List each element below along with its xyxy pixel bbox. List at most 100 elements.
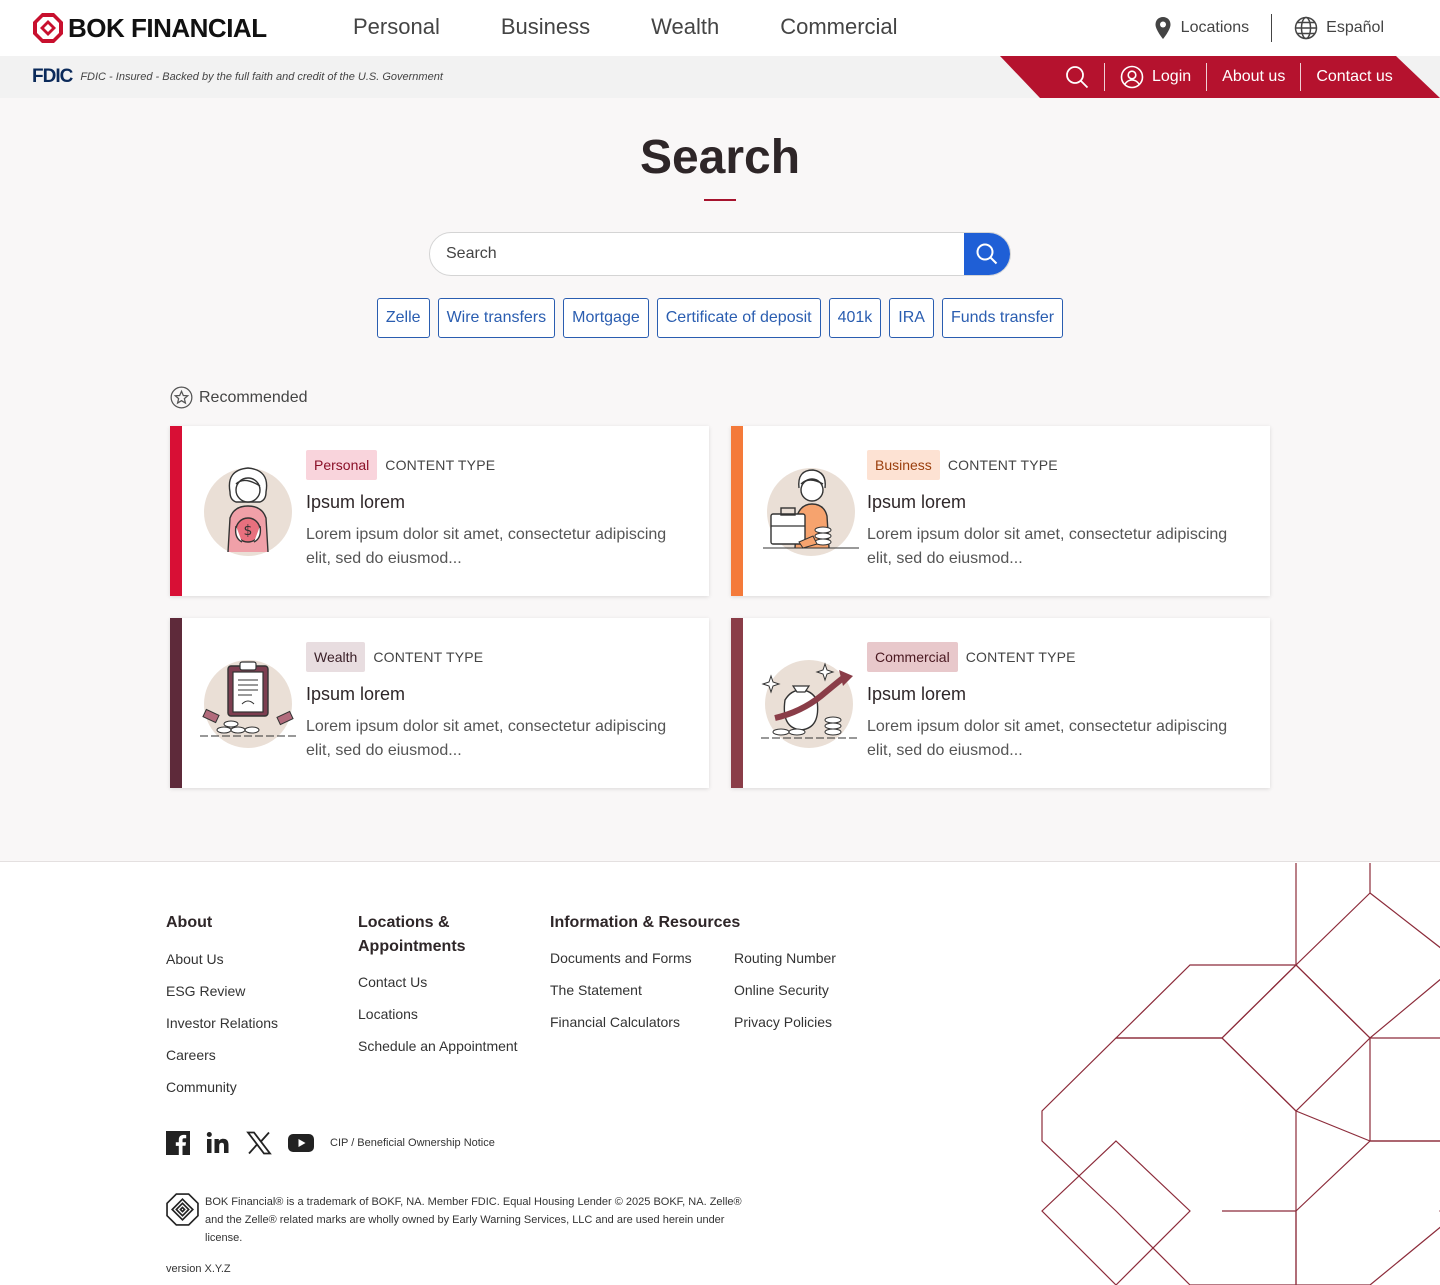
recommended-card[interactable]: Wealth CONTENT TYPE Ipsum lorem Lorem ip… xyxy=(170,618,709,788)
linkedin-icon[interactable] xyxy=(206,1131,230,1155)
category-tag: Personal xyxy=(306,450,378,480)
recommended-card[interactable]: Commercial CONTENT TYPE Ipsum lorem Lore… xyxy=(731,618,1270,788)
card-description: Lorem ipsum dolor sit amet, consectetur … xyxy=(306,718,667,759)
card-description: Lorem ipsum dolor sit amet, consectetur … xyxy=(867,526,1228,567)
utility-links: Login About us Contact us xyxy=(1050,56,1408,98)
language-label: Español xyxy=(1326,19,1384,36)
footer-link-privacy-policies[interactable]: Privacy Policies xyxy=(734,1013,836,1031)
about-us-link[interactable]: About us xyxy=(1207,63,1300,91)
main-nav: Personal Business Wealth Commercial xyxy=(353,14,959,40)
contact-us-label: Contact us xyxy=(1316,68,1393,85)
footer-link-the-statement[interactable]: The Statement xyxy=(550,981,734,999)
card-accent xyxy=(731,426,743,596)
fdic-text: FDIC - Insured - Backed by the full fait… xyxy=(80,71,443,83)
language-toggle[interactable]: Español xyxy=(1294,16,1384,40)
clipboard-coins-icon xyxy=(200,660,298,748)
nav-commercial[interactable]: Commercial xyxy=(780,14,897,40)
youtube-icon[interactable] xyxy=(288,1134,314,1152)
recommended-card[interactable]: Business CONTENT TYPE Ipsum lorem Lorem … xyxy=(731,426,1270,596)
bok-logo-icon xyxy=(33,13,63,43)
header-divider xyxy=(1271,14,1273,42)
fdic-logo: FDIC xyxy=(32,66,73,87)
top-header: BOK FINANCIAL Personal Business Wealth C… xyxy=(0,0,1440,56)
footer-link-careers[interactable]: Careers xyxy=(166,1046,278,1064)
card-meta: Personal CONTENT TYPE xyxy=(306,450,495,480)
card-accent xyxy=(731,618,743,788)
recommended-card[interactable]: $ Personal CONTENT TYPE Ipsum lorem Lore… xyxy=(170,426,709,596)
footer-link-community[interactable]: Community xyxy=(166,1078,278,1096)
quick-search-chips: Zelle Wire transfers Mortgage Certificat… xyxy=(0,298,1440,338)
footer-link-online-security[interactable]: Online Security xyxy=(734,981,836,999)
globe-icon xyxy=(1294,16,1318,40)
person-money-icon: $ xyxy=(204,467,292,556)
search-icon xyxy=(1066,66,1089,89)
chip-funds-transfer[interactable]: Funds transfer xyxy=(941,298,1064,338)
utility-bar: Login About us Contact us xyxy=(1000,56,1440,98)
chip-wire-transfers[interactable]: Wire transfers xyxy=(437,298,556,338)
version-label: version X.Y.Z xyxy=(166,1263,231,1275)
footer-link-documents-forms[interactable]: Documents and Forms xyxy=(550,949,734,967)
search-icon xyxy=(976,243,998,265)
footer-link-locations[interactable]: Locations xyxy=(358,1005,528,1023)
category-tag: Wealth xyxy=(306,642,366,672)
footer-resources-column: Information & Resources Documents and Fo… xyxy=(550,911,836,1031)
footer-link-about-us[interactable]: About Us xyxy=(166,950,278,968)
card-title: Ipsum lorem xyxy=(867,684,967,704)
bok-mark-icon xyxy=(166,1193,199,1226)
footer-link-schedule-appointment[interactable]: Schedule an Appointment xyxy=(358,1037,528,1055)
fdic-notice: FDIC FDIC - Insured - Backed by the full… xyxy=(32,66,443,88)
content-type-label: CONTENT TYPE xyxy=(965,649,1076,665)
category-tag: Business xyxy=(867,450,940,480)
search-page: Search Zelle Wire transfers Mortgage Cer… xyxy=(0,98,1440,862)
search-submit-button[interactable] xyxy=(964,233,1010,275)
category-tag: Commercial xyxy=(867,642,958,672)
brand-name: BOK FINANCIAL xyxy=(68,12,267,43)
cip-notice-link[interactable]: CIP / Beneficial Ownership Notice xyxy=(330,1137,495,1149)
nav-wealth[interactable]: Wealth xyxy=(651,14,719,40)
card-title: Ipsum lorem xyxy=(306,684,406,704)
chip-certificate-of-deposit[interactable]: Certificate of deposit xyxy=(656,298,821,338)
footer-link-routing-number[interactable]: Routing Number xyxy=(734,949,836,967)
footer-locations-column: Locations & Appointments Contact Us Loca… xyxy=(358,911,528,1055)
facebook-icon[interactable] xyxy=(166,1131,190,1155)
chip-zelle[interactable]: Zelle xyxy=(376,298,430,338)
content-type-label: CONTENT TYPE xyxy=(947,457,1058,473)
login-label: Login xyxy=(1152,68,1192,85)
footer-heading: Information & Resources xyxy=(550,914,741,931)
card-accent xyxy=(170,426,182,596)
map-pin-icon xyxy=(1155,17,1171,39)
footer-link-esg-review[interactable]: ESG Review xyxy=(166,982,278,1000)
footer-link-contact-us[interactable]: Contact Us xyxy=(358,973,528,991)
header-utilities: Locations Español xyxy=(1153,14,1384,42)
search-bar xyxy=(429,232,1011,276)
footer-heading: About xyxy=(166,914,213,931)
locations-link[interactable]: Locations xyxy=(1153,16,1249,40)
svg-text:$: $ xyxy=(244,523,253,539)
footer-about-column: About About Us ESG Review Investor Relat… xyxy=(166,911,278,1096)
brand-logo[interactable]: BOK FINANCIAL xyxy=(32,12,267,44)
footer-link-investor-relations[interactable]: Investor Relations xyxy=(166,1014,278,1032)
content-type-label: CONTENT TYPE xyxy=(373,649,484,665)
login-link[interactable]: Login xyxy=(1105,63,1206,91)
star-circle-icon xyxy=(170,386,193,409)
card-title: Ipsum lorem xyxy=(306,492,406,512)
chip-mortgage[interactable]: Mortgage xyxy=(563,298,649,338)
chip-401k[interactable]: 401k xyxy=(828,298,882,338)
about-us-label: About us xyxy=(1222,68,1286,85)
chip-ira[interactable]: IRA xyxy=(889,298,934,338)
recommended-label: Recommended xyxy=(199,388,308,406)
card-accent xyxy=(170,618,182,788)
card-meta: Business CONTENT TYPE xyxy=(867,450,1058,480)
nav-personal[interactable]: Personal xyxy=(353,14,440,40)
nav-business[interactable]: Business xyxy=(501,14,590,40)
x-twitter-icon[interactable] xyxy=(246,1131,272,1155)
decorative-pattern xyxy=(1041,863,1440,1285)
contact-us-link[interactable]: Contact us xyxy=(1301,63,1407,91)
footer-link-financial-calculators[interactable]: Financial Calculators xyxy=(550,1013,734,1031)
content-type-label: CONTENT TYPE xyxy=(385,457,496,473)
search-input[interactable] xyxy=(430,233,966,275)
legal-notice: BOK Financial® is a trademark of BOKF, N… xyxy=(166,1193,745,1247)
search-toggle[interactable] xyxy=(1050,63,1104,91)
recommended-heading: Recommended xyxy=(170,386,308,409)
footer-heading: Locations & Appointments xyxy=(358,914,466,955)
